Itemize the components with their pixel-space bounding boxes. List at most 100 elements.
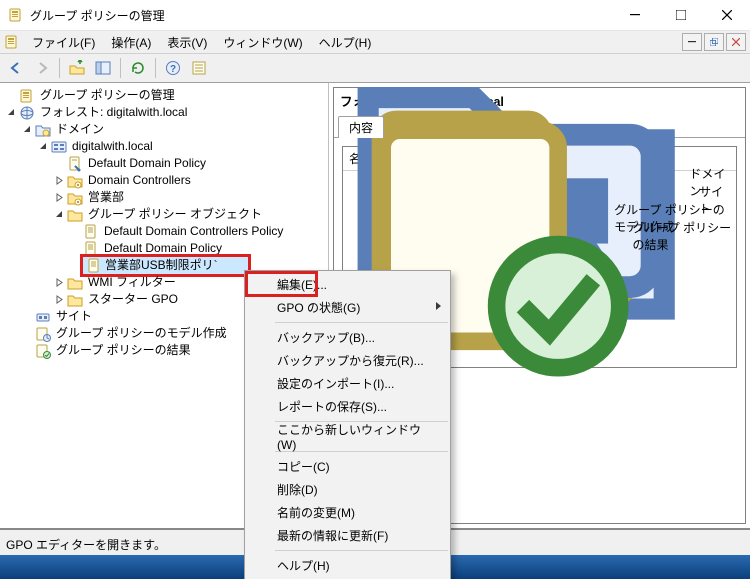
tree-label: 営業部USB制限ポリ`: [105, 257, 218, 274]
tree-label: WMI フィルター: [86, 274, 178, 291]
menu-help[interactable]: ヘルプ(H): [311, 32, 380, 53]
gpo-icon: [86, 258, 102, 274]
tree-label: Domain Controllers: [86, 172, 193, 189]
ctx-item-label: レポートの保存(S)...: [277, 398, 387, 415]
tree-label: グループ ポリシーの結果: [54, 342, 193, 359]
sites-icon: [35, 309, 51, 325]
expander-open-icon[interactable]: [52, 208, 66, 222]
folder-icon: [67, 275, 83, 291]
ctx-item-label: 編集(E)...: [277, 276, 327, 293]
toolbar-properties-button[interactable]: [187, 56, 211, 80]
close-button[interactable]: [704, 0, 750, 30]
tree-label: サイト: [54, 308, 94, 325]
tree-label: スターター GPO: [86, 291, 180, 308]
folder-icon: [67, 207, 83, 223]
ctx-item-label: バックアップ(B)...: [277, 329, 375, 346]
expander-open-icon[interactable]: [4, 106, 18, 120]
tree-label: ドメイン: [54, 121, 106, 138]
mdi-buttons: [682, 33, 746, 51]
context-menu-items: 編集(E)... GPO の状態(G) バックアップ(B)... バックアップか…: [245, 271, 450, 579]
status-text: GPO エディターを開きます。: [6, 536, 166, 553]
tree-node-domains[interactable]: ドメイン: [4, 121, 328, 138]
ctx-item-delete[interactable]: 削除(D): [245, 478, 450, 501]
ctx-item-rename[interactable]: 名前の変更(M): [245, 501, 450, 524]
menu-action[interactable]: 操作(A): [103, 32, 159, 53]
tree-label: Default Domain Policy: [86, 155, 208, 172]
domain-icon: [51, 139, 67, 155]
tree-node-domain-controllers[interactable]: Domain Controllers: [4, 172, 328, 189]
ou-icon: [67, 190, 83, 206]
expander-icon[interactable]: [20, 310, 34, 324]
app-icon: [8, 7, 24, 23]
tree-label: グループ ポリシーのモデル作成: [54, 325, 229, 342]
ctx-item-copy[interactable]: コピー(C): [245, 455, 450, 478]
ctx-item-gpo-status[interactable]: GPO の状態(G): [245, 296, 450, 319]
toolbar-back-button[interactable]: [4, 56, 28, 80]
ctx-item-import[interactable]: 設定のインポート(I)...: [245, 372, 450, 395]
ou-icon: [67, 173, 83, 189]
folder-icon: [67, 292, 83, 308]
context-menu-separator: [275, 322, 448, 323]
toolbar-refresh-button[interactable]: [126, 56, 150, 80]
domains-folder-icon: [35, 122, 51, 138]
toolbar-separator: [120, 58, 121, 78]
expander-open-icon[interactable]: [36, 140, 50, 154]
ctx-item-save-report[interactable]: レポートの保存(S)...: [245, 395, 450, 418]
mdi-restore-button[interactable]: [704, 33, 724, 51]
tree-node-ddcp[interactable]: Default Domain Controllers Policy: [4, 223, 328, 240]
toolbar-separator: [155, 58, 156, 78]
menu-view[interactable]: 表示(V): [159, 32, 215, 53]
expander-icon[interactable]: [52, 157, 66, 171]
tree-node-root[interactable]: グループ ポリシーの管理: [4, 87, 328, 104]
expander-closed-icon[interactable]: [52, 174, 66, 188]
expander-closed-icon[interactable]: [52, 191, 66, 205]
app-window: グループ ポリシーの管理 ファイル(F) 操作(A) 表示(V) ウィンドウ(W…: [0, 0, 750, 579]
toolbar-showhide-tree-button[interactable]: [91, 56, 115, 80]
toolbar-forward-button[interactable]: [30, 56, 54, 80]
tree-label: digitalwith.local: [70, 138, 155, 155]
ctx-item-refresh[interactable]: 最新の情報に更新(F): [245, 524, 450, 547]
expander-icon[interactable]: [20, 327, 34, 341]
menubar: ファイル(F) 操作(A) 表示(V) ウィンドウ(W) ヘルプ(H): [0, 31, 750, 54]
tree-node-forest[interactable]: フォレスト: digitalwith.local: [4, 104, 328, 121]
ctx-item-label: ここから新しいウィンドウ(W): [277, 421, 430, 452]
context-menu-separator: [275, 550, 448, 551]
submenu-arrow-icon: [436, 302, 442, 311]
ctx-item-new-window[interactable]: ここから新しいウィンドウ(W): [245, 425, 450, 448]
tree-node-gpo-container[interactable]: グループ ポリシー オブジェクト: [4, 206, 328, 223]
menubar-app-icon: [4, 34, 20, 50]
expander-closed-icon[interactable]: [52, 276, 66, 290]
expander-icon[interactable]: [68, 225, 82, 239]
ctx-item-edit[interactable]: 編集(E)...: [245, 273, 450, 296]
toolbar-up-button[interactable]: [65, 56, 89, 80]
tree-node-sales-ou[interactable]: 営業部: [4, 189, 328, 206]
gpm-icon: [19, 88, 35, 104]
list-item-results[interactable]: グループ ポリシーの結果: [343, 227, 736, 245]
gp-results-icon: [35, 343, 51, 359]
mdi-close-button[interactable]: [726, 33, 746, 51]
tree-node-domain[interactable]: digitalwith.local: [4, 138, 328, 155]
ctx-item-help[interactable]: ヘルプ(H): [245, 554, 450, 577]
tab-contents[interactable]: 内容: [338, 116, 384, 138]
menu-window[interactable]: ウィンドウ(W): [215, 32, 310, 53]
expander-icon[interactable]: [20, 344, 34, 358]
expander-icon[interactable]: [4, 89, 18, 103]
ctx-item-label: 削除(D): [277, 481, 318, 498]
menu-file[interactable]: ファイル(F): [24, 32, 103, 53]
tree-node-default-domain-policy[interactable]: Default Domain Policy: [4, 155, 328, 172]
expander-open-icon[interactable]: [20, 123, 34, 137]
ctx-item-label: GPO の状態(G): [277, 299, 360, 316]
tree-label: Default Domain Controllers Policy: [102, 223, 285, 240]
context-menu: 編集(E)... GPO の状態(G) バックアップ(B)... バックアップか…: [244, 270, 451, 579]
tree-label: グループ ポリシー オブジェクト: [86, 206, 264, 223]
ctx-item-backup[interactable]: バックアップ(B)...: [245, 326, 450, 349]
tree-label: グループ ポリシーの管理: [38, 87, 177, 104]
ctx-item-label: コピー(C): [277, 458, 330, 475]
expander-closed-icon[interactable]: [52, 293, 66, 307]
list-item-label: グループ ポリシーの結果: [633, 219, 732, 253]
ctx-item-label: ヘルプ(H): [277, 557, 330, 574]
ctx-item-label: バックアップから復元(R)...: [277, 352, 424, 369]
toolbar-help-button[interactable]: [161, 56, 185, 80]
mdi-minimize-button[interactable]: [682, 33, 702, 51]
ctx-item-restore[interactable]: バックアップから復元(R)...: [245, 349, 450, 372]
